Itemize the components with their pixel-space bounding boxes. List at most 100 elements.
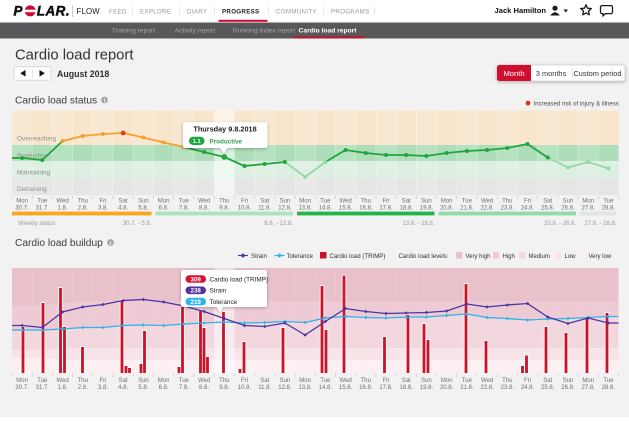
- svg-text:Cardio load buildup: Cardio load buildup: [15, 238, 103, 249]
- svg-text:Cardio load report: Cardio load report: [15, 48, 133, 64]
- svg-text:Mon: Mon: [582, 199, 594, 205]
- svg-text:Sat: Sat: [543, 378, 552, 384]
- svg-text:18.8.: 18.8.: [400, 206, 414, 212]
- svg-text:13.8.: 13.8.: [298, 206, 312, 212]
- svg-text:Weekly status: Weekly status: [18, 221, 55, 227]
- svg-text:Thu: Thu: [78, 378, 88, 384]
- svg-text:6.8.: 6.8.: [159, 206, 169, 212]
- svg-text:Productive: Productive: [210, 138, 243, 145]
- svg-text:23.8.: 23.8.: [501, 385, 515, 391]
- svg-text:Tolerance: Tolerance: [210, 299, 238, 306]
- svg-text:1.8.: 1.8.: [58, 206, 68, 212]
- svg-text:31.7.: 31.7.: [36, 385, 50, 391]
- svg-text:25.8.: 25.8.: [541, 385, 555, 391]
- svg-text:Cardio load status: Cardio load status: [15, 96, 97, 107]
- svg-text:4.8.: 4.8.: [118, 206, 128, 212]
- svg-text:Thu: Thu: [219, 199, 229, 205]
- svg-text:20.8.: 20.8.: [440, 385, 454, 391]
- svg-text:Thursday 9.8.2018: Thursday 9.8.2018: [193, 124, 256, 133]
- svg-text:7.8.: 7.8.: [179, 385, 189, 391]
- svg-text:Wed: Wed: [198, 378, 210, 384]
- svg-text:Thu: Thu: [502, 199, 512, 205]
- svg-text:PROGRESS: PROGRESS: [222, 8, 259, 15]
- svg-text:28.8.: 28.8.: [602, 206, 616, 212]
- svg-text:Very low: Very low: [589, 254, 612, 260]
- svg-text:Cardio load levels:: Cardio load levels:: [399, 253, 449, 260]
- svg-text:3 months: 3 months: [536, 69, 567, 78]
- svg-text:15.8.: 15.8.: [339, 385, 353, 391]
- svg-text:Tue: Tue: [603, 199, 614, 205]
- svg-text:P: P: [14, 4, 23, 19]
- svg-text:Sun: Sun: [421, 378, 432, 384]
- svg-text:Mon: Mon: [582, 378, 594, 384]
- svg-text:11.8.: 11.8.: [258, 206, 271, 212]
- svg-text:Cardio load (TRIMP): Cardio load (TRIMP): [210, 276, 269, 283]
- svg-text:30.7.: 30.7.: [15, 385, 29, 391]
- svg-text:10.8.: 10.8.: [238, 206, 252, 212]
- svg-text:Mon: Mon: [299, 199, 311, 205]
- svg-text:Wed: Wed: [339, 199, 351, 205]
- svg-text:1.1: 1.1: [193, 139, 202, 145]
- svg-text:25.8.: 25.8.: [541, 206, 555, 212]
- svg-text:Maintaining: Maintaining: [17, 170, 51, 177]
- svg-text:Sun: Sun: [138, 199, 149, 205]
- svg-text:27.8.: 27.8.: [581, 385, 595, 391]
- svg-text:Thu: Thu: [78, 199, 88, 205]
- svg-text:238: 238: [191, 288, 202, 295]
- svg-text:Fri: Fri: [241, 378, 248, 384]
- svg-text:FLOW: FLOW: [77, 7, 101, 16]
- svg-text:Tue: Tue: [320, 199, 331, 205]
- svg-text:August 2018: August 2018: [57, 69, 109, 79]
- svg-text:Mon: Mon: [441, 199, 453, 205]
- svg-text:5.8.: 5.8.: [138, 206, 148, 212]
- svg-text:FEED: FEED: [109, 8, 127, 15]
- svg-text:27.8.: 27.8.: [581, 206, 595, 212]
- svg-text:Mon: Mon: [158, 199, 170, 205]
- svg-text:EXPLORE: EXPLORE: [140, 8, 171, 15]
- svg-text:Sat: Sat: [260, 199, 269, 205]
- svg-text:Training report: Training report: [112, 28, 155, 35]
- svg-text:26.8.: 26.8.: [561, 206, 575, 212]
- svg-text:3.8.: 3.8.: [98, 385, 108, 391]
- svg-text:Strain: Strain: [251, 253, 267, 260]
- svg-text:8.8.: 8.8.: [199, 385, 209, 391]
- svg-text:Strain: Strain: [210, 288, 227, 295]
- svg-text:26.8.: 26.8.: [561, 385, 575, 391]
- svg-text:Tue: Tue: [37, 378, 48, 384]
- svg-text:6.8. - 12.8.: 6.8. - 12.8.: [264, 221, 293, 227]
- svg-text:6.8.: 6.8.: [159, 385, 169, 391]
- svg-text:Fri: Fri: [383, 199, 390, 205]
- svg-text:4.8.: 4.8.: [118, 385, 128, 391]
- svg-text:12.8.: 12.8.: [278, 206, 292, 212]
- svg-text:PROGRAMS: PROGRAMS: [331, 8, 370, 15]
- svg-text:Tue: Tue: [462, 199, 473, 205]
- svg-text:Sun: Sun: [421, 199, 432, 205]
- svg-text:18.8.: 18.8.: [400, 385, 414, 391]
- svg-text:23.8.: 23.8.: [501, 206, 515, 212]
- svg-text:Detraining: Detraining: [17, 186, 47, 193]
- svg-text:High: High: [503, 254, 515, 260]
- svg-text:Fri: Fri: [99, 378, 106, 384]
- svg-text:27.8. - 28.8.: 27.8. - 28.8.: [584, 221, 616, 227]
- svg-text:Wed: Wed: [56, 378, 68, 384]
- svg-text:Activity report: Activity report: [175, 28, 216, 35]
- svg-text:16.8.: 16.8.: [359, 206, 373, 212]
- svg-text:Thu: Thu: [219, 378, 229, 384]
- svg-text:Thu: Thu: [361, 199, 371, 205]
- svg-text:Tue: Tue: [462, 378, 473, 384]
- svg-text:Running Index report: Running Index report: [233, 28, 296, 35]
- svg-text:Sat: Sat: [402, 378, 411, 384]
- svg-text:Wed: Wed: [198, 199, 210, 205]
- svg-text:Sat: Sat: [119, 199, 128, 205]
- svg-text:20.8. - 26.8.: 20.8. - 26.8.: [544, 221, 576, 227]
- svg-text:22.8.: 22.8.: [480, 385, 494, 391]
- svg-text:14.8.: 14.8.: [319, 385, 333, 391]
- svg-text:Mon: Mon: [299, 378, 311, 384]
- svg-text:13.8. - 19.8.: 13.8. - 19.8.: [403, 221, 435, 227]
- svg-text:31.7.: 31.7.: [36, 206, 50, 212]
- svg-text:2.8.: 2.8.: [78, 206, 88, 212]
- svg-text:17.8.: 17.8.: [379, 385, 393, 391]
- svg-text:20.8.: 20.8.: [440, 206, 454, 212]
- svg-text:16.8.: 16.8.: [359, 385, 373, 391]
- svg-text:Tue: Tue: [320, 378, 331, 384]
